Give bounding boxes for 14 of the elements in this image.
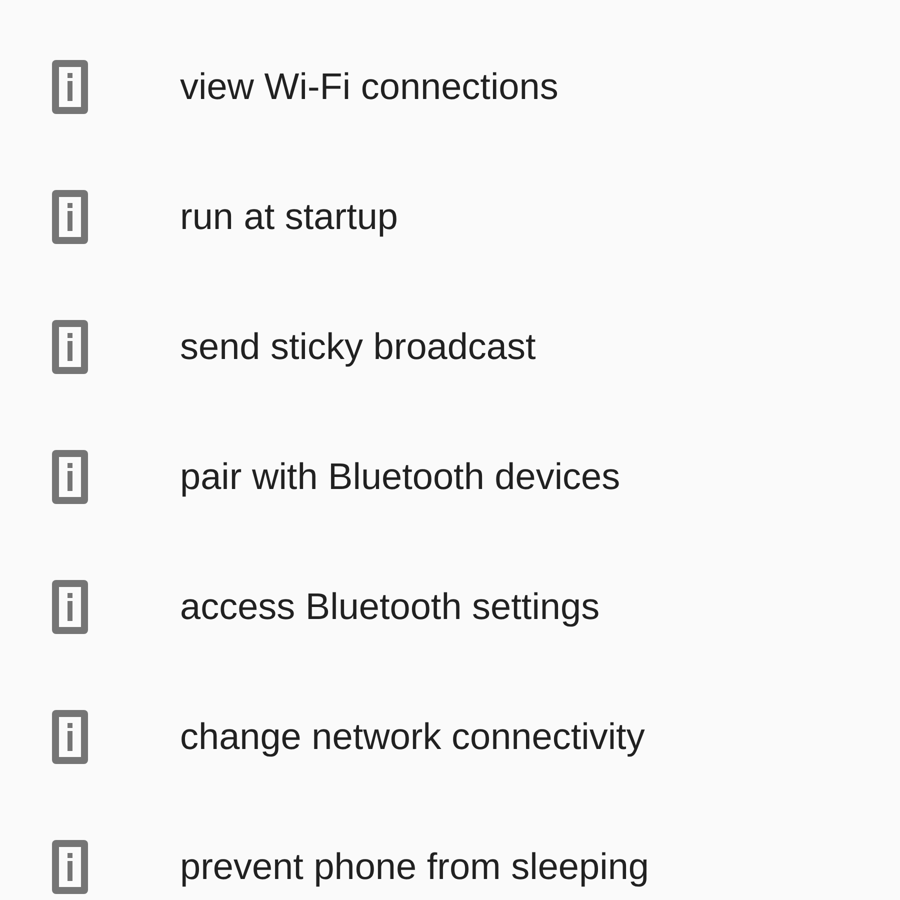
permission-label: pair with Bluetooth devices	[180, 456, 620, 498]
permission-label: prevent phone from sleeping	[180, 846, 649, 888]
permission-label: view Wi-Fi connections	[180, 66, 558, 108]
permission-label: send sticky broadcast	[180, 326, 536, 368]
phone-info-icon	[52, 320, 88, 374]
permission-label: access Bluetooth settings	[180, 586, 600, 628]
phone-info-icon	[52, 190, 88, 244]
phone-info-icon	[52, 580, 88, 634]
phone-info-icon	[52, 60, 88, 114]
permission-label: change network connectivity	[180, 716, 645, 758]
phone-info-icon	[52, 710, 88, 764]
phone-info-icon	[52, 840, 88, 894]
phone-info-icon	[52, 450, 88, 504]
permission-label: run at startup	[180, 196, 398, 238]
